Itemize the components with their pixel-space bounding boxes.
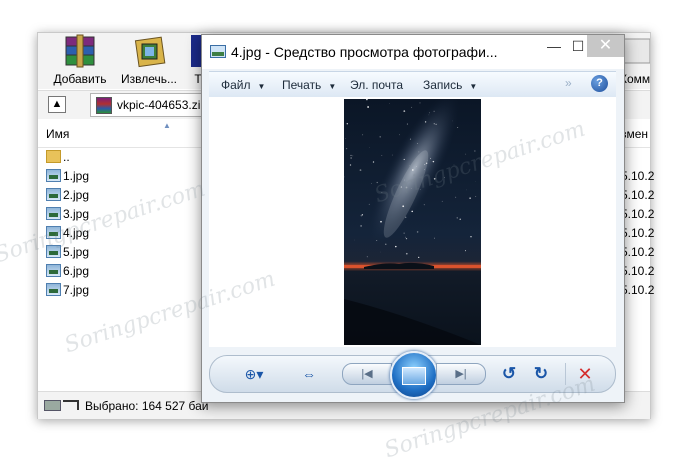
more-menu-icon[interactable]: »: [565, 76, 572, 90]
file-date: 5.10.2: [621, 264, 654, 278]
chevron-down-icon: ▼: [328, 82, 336, 91]
image-file-icon: [46, 226, 61, 239]
slideshow-icon: [402, 367, 426, 385]
title-bar: 4.jpg - Средство просмотра фотографи... …: [202, 35, 624, 69]
image-file-icon: [46, 283, 61, 296]
extract-button-label: Извлечь...: [116, 72, 182, 86]
delete-icon: ✕: [577, 364, 592, 384]
next-button[interactable]: ▶|: [436, 363, 486, 385]
rotate-right-icon: ↻: [534, 364, 548, 383]
winrar-books-icon: [62, 33, 98, 69]
column-modified-header[interactable]: змен: [621, 127, 648, 141]
image-file-icon: [46, 264, 61, 277]
zoom-icon: ⊕▾: [245, 366, 264, 382]
path-text: vkpic-404653.zi: [117, 98, 200, 112]
image-file-icon: [46, 245, 61, 258]
help-icon[interactable]: ?: [591, 75, 608, 92]
file-date: 5.10.2: [621, 226, 654, 240]
delete-button[interactable]: ✕: [574, 362, 596, 386]
file-date: 5.10.2: [621, 188, 654, 202]
file-date: 5.10.2: [621, 207, 654, 221]
file-date: 5.10.2: [621, 169, 654, 183]
add-button-label: Добавить: [51, 72, 109, 86]
actual-size-button[interactable]: ⇔: [297, 362, 321, 386]
rotate-left-button[interactable]: ↺: [498, 362, 520, 386]
key-icon: [63, 400, 79, 410]
file-name: 1.jpg: [63, 169, 89, 183]
file-name: 4.jpg: [63, 226, 89, 240]
up-folder-button[interactable]: ▲: [48, 96, 66, 113]
file-name: 3.jpg: [63, 207, 89, 221]
previous-button[interactable]: |◀: [342, 363, 392, 385]
menu-print-label: Печать: [282, 78, 321, 92]
status-text: Выбрано: 164 527 бай: [85, 399, 209, 413]
file-name: 6.jpg: [63, 264, 89, 278]
photo-viewer-icon: [210, 45, 226, 58]
sort-ascending-icon: ▲: [163, 121, 171, 130]
menu-file[interactable]: Файл ▼: [221, 78, 265, 92]
milky-way-photo: [344, 99, 481, 345]
close-button[interactable]: ✕: [587, 35, 624, 57]
column-name-header[interactable]: Имя: [46, 127, 69, 141]
image-file-icon: [46, 188, 61, 201]
menu-bar: Файл ▼ Печать ▼ Эл. почта Запись ▼ » ?: [209, 71, 616, 98]
window-title: 4.jpg - Средство просмотра фотографи...: [231, 44, 498, 60]
file-name: 2.jpg: [63, 188, 89, 202]
chevron-down-icon: ▼: [469, 82, 477, 91]
next-icon: ▶|: [455, 368, 466, 380]
playback-controls: ⊕▾ ⇔ |◀ ▶| ↺ ↻ ✕: [209, 355, 616, 393]
extract-button[interactable]: Извлечь...: [116, 33, 182, 86]
drive-icon: [44, 400, 61, 411]
menu-file-label: Файл: [221, 78, 251, 92]
slideshow-button[interactable]: [390, 351, 438, 399]
file-name: 7.jpg: [63, 283, 89, 297]
menu-email-label: Эл. почта: [350, 78, 403, 92]
menu-print[interactable]: Печать ▼: [282, 78, 336, 92]
up-folder-icon: ▲: [52, 98, 63, 110]
menu-burn-label: Запись: [423, 78, 462, 92]
fit-window-icon: ⇔: [302, 366, 316, 382]
menu-email[interactable]: Эл. почта: [350, 78, 403, 92]
file-date: 5.10.2: [621, 245, 654, 259]
file-date: 5.10.2: [621, 283, 654, 297]
folder-icon: [46, 150, 61, 163]
image-file-icon: [46, 207, 61, 220]
photo-viewer-window: 4.jpg - Средство просмотра фотографи... …: [201, 34, 625, 403]
rotate-right-button[interactable]: ↻: [530, 362, 552, 386]
rotate-left-icon: ↺: [502, 364, 516, 383]
image-file-icon: [46, 169, 61, 182]
extract-folder-icon: [131, 33, 167, 69]
toolbar-divider: [565, 363, 566, 385]
zip-archive-icon: [96, 97, 112, 114]
file-name: ..: [63, 150, 70, 164]
image-view-area[interactable]: [209, 97, 616, 347]
menu-burn[interactable]: Запись ▼: [423, 78, 477, 92]
minimize-button[interactable]: —: [542, 35, 566, 57]
previous-icon: |◀: [361, 368, 372, 380]
zoom-button[interactable]: ⊕▾: [236, 362, 272, 386]
add-button[interactable]: Добавить: [51, 33, 109, 86]
file-name: 5.jpg: [63, 245, 89, 259]
chevron-down-icon: ▼: [258, 82, 266, 91]
